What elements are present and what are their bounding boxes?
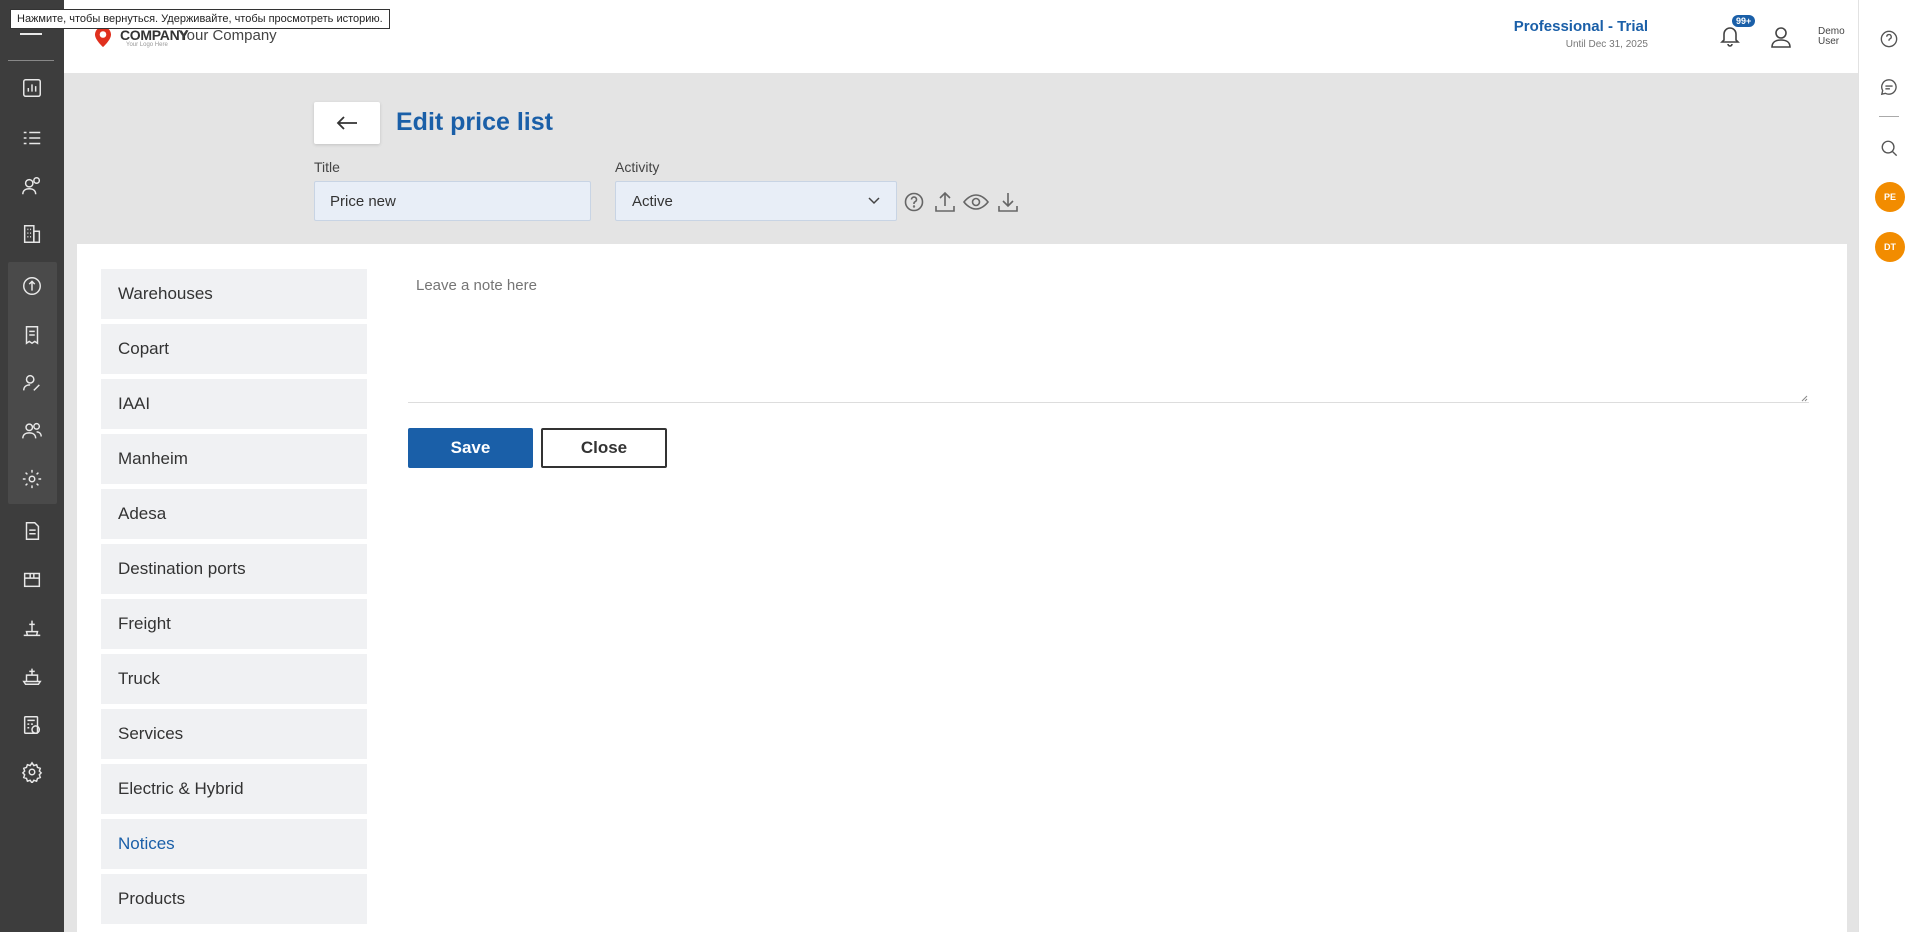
logo-subtitle: Your Logo Here [126,42,168,48]
title-input[interactable] [314,181,591,221]
gear-dollar-icon[interactable] [8,458,56,500]
category-item-notices[interactable]: Notices [101,819,367,869]
category-item-adesa[interactable]: Adesa [101,489,367,539]
ship-icon[interactable] [8,655,56,697]
help-circle-icon[interactable] [1877,27,1901,51]
settings-icon[interactable] [8,751,56,793]
plan-title[interactable]: Professional - Trial [1514,18,1648,35]
category-item-iaai[interactable]: IAAI [101,379,367,429]
users-icon[interactable] [8,410,56,452]
user-edit-icon[interactable] [8,362,56,404]
price-list-panel: Warehouses Copart IAAI Manheim Adesa Destinat… [77,244,1847,932]
menu-icon-line [20,33,42,35]
category-item-products[interactable]: Products [101,874,367,924]
activity-select-value: Active [632,192,673,210]
ship-port-icon[interactable] [8,607,56,649]
back-button[interactable] [314,102,380,144]
chevron-down-icon [868,197,880,205]
category-item-warehouses[interactable]: Warehouses [101,269,367,319]
avatar-pe[interactable]: PE [1875,182,1905,212]
back-tooltip: Нажмите, чтобы вернуться. Удерживайте, ч… [10,9,390,29]
company-name: Your Company [178,27,277,44]
category-item-copart[interactable]: Copart [101,324,367,374]
contacts-icon[interactable] [8,165,56,207]
left-sidebar [0,0,64,932]
logo-pin-icon [95,27,111,47]
resize-grip-icon[interactable] [1801,395,1808,402]
document-icon[interactable] [8,510,56,552]
rail-divider [1879,116,1899,117]
search-icon[interactable] [1877,136,1901,160]
receipt-icon[interactable] [8,314,56,356]
save-button[interactable]: Save [408,428,533,468]
close-button[interactable]: Close [541,428,667,468]
category-item-freight[interactable]: Freight [101,599,367,649]
exchange-icon[interactable] [8,265,56,307]
checklist-icon[interactable] [8,117,56,159]
dashboard-chart-icon[interactable] [8,67,56,109]
page-title: Edit price list [396,108,553,136]
user-icon[interactable] [1766,22,1796,52]
avatar-dt[interactable]: DT [1875,232,1905,262]
user-name[interactable]: Demo User [1818,27,1852,47]
sidebar-divider [8,60,54,61]
calculator-icon[interactable] [8,704,56,746]
buildings-icon[interactable] [8,213,56,255]
category-item-services[interactable]: Services [101,709,367,759]
upload-icon[interactable] [931,188,959,216]
download-icon[interactable] [994,188,1022,216]
category-item-manheim[interactable]: Manheim [101,434,367,484]
plan-expiry: Until Dec 31, 2025 [1565,39,1648,50]
category-item-destination-ports[interactable]: Destination ports [101,544,367,594]
chat-icon[interactable] [1877,75,1901,99]
activity-label: Activity [615,159,660,175]
category-item-truck[interactable]: Truck [101,654,367,704]
note-textarea[interactable] [408,271,1809,403]
category-item-electric-hybrid[interactable]: Electric & Hybrid [101,764,367,814]
eye-icon[interactable] [962,188,990,216]
title-label: Title [314,159,340,175]
arrow-left-icon [336,116,357,130]
package-icon[interactable] [8,558,56,600]
activity-select[interactable]: Active [615,181,897,221]
right-rail: PE DT [1858,0,1918,932]
notification-badge: 99+ [1732,15,1756,27]
help-icon[interactable] [900,188,928,216]
